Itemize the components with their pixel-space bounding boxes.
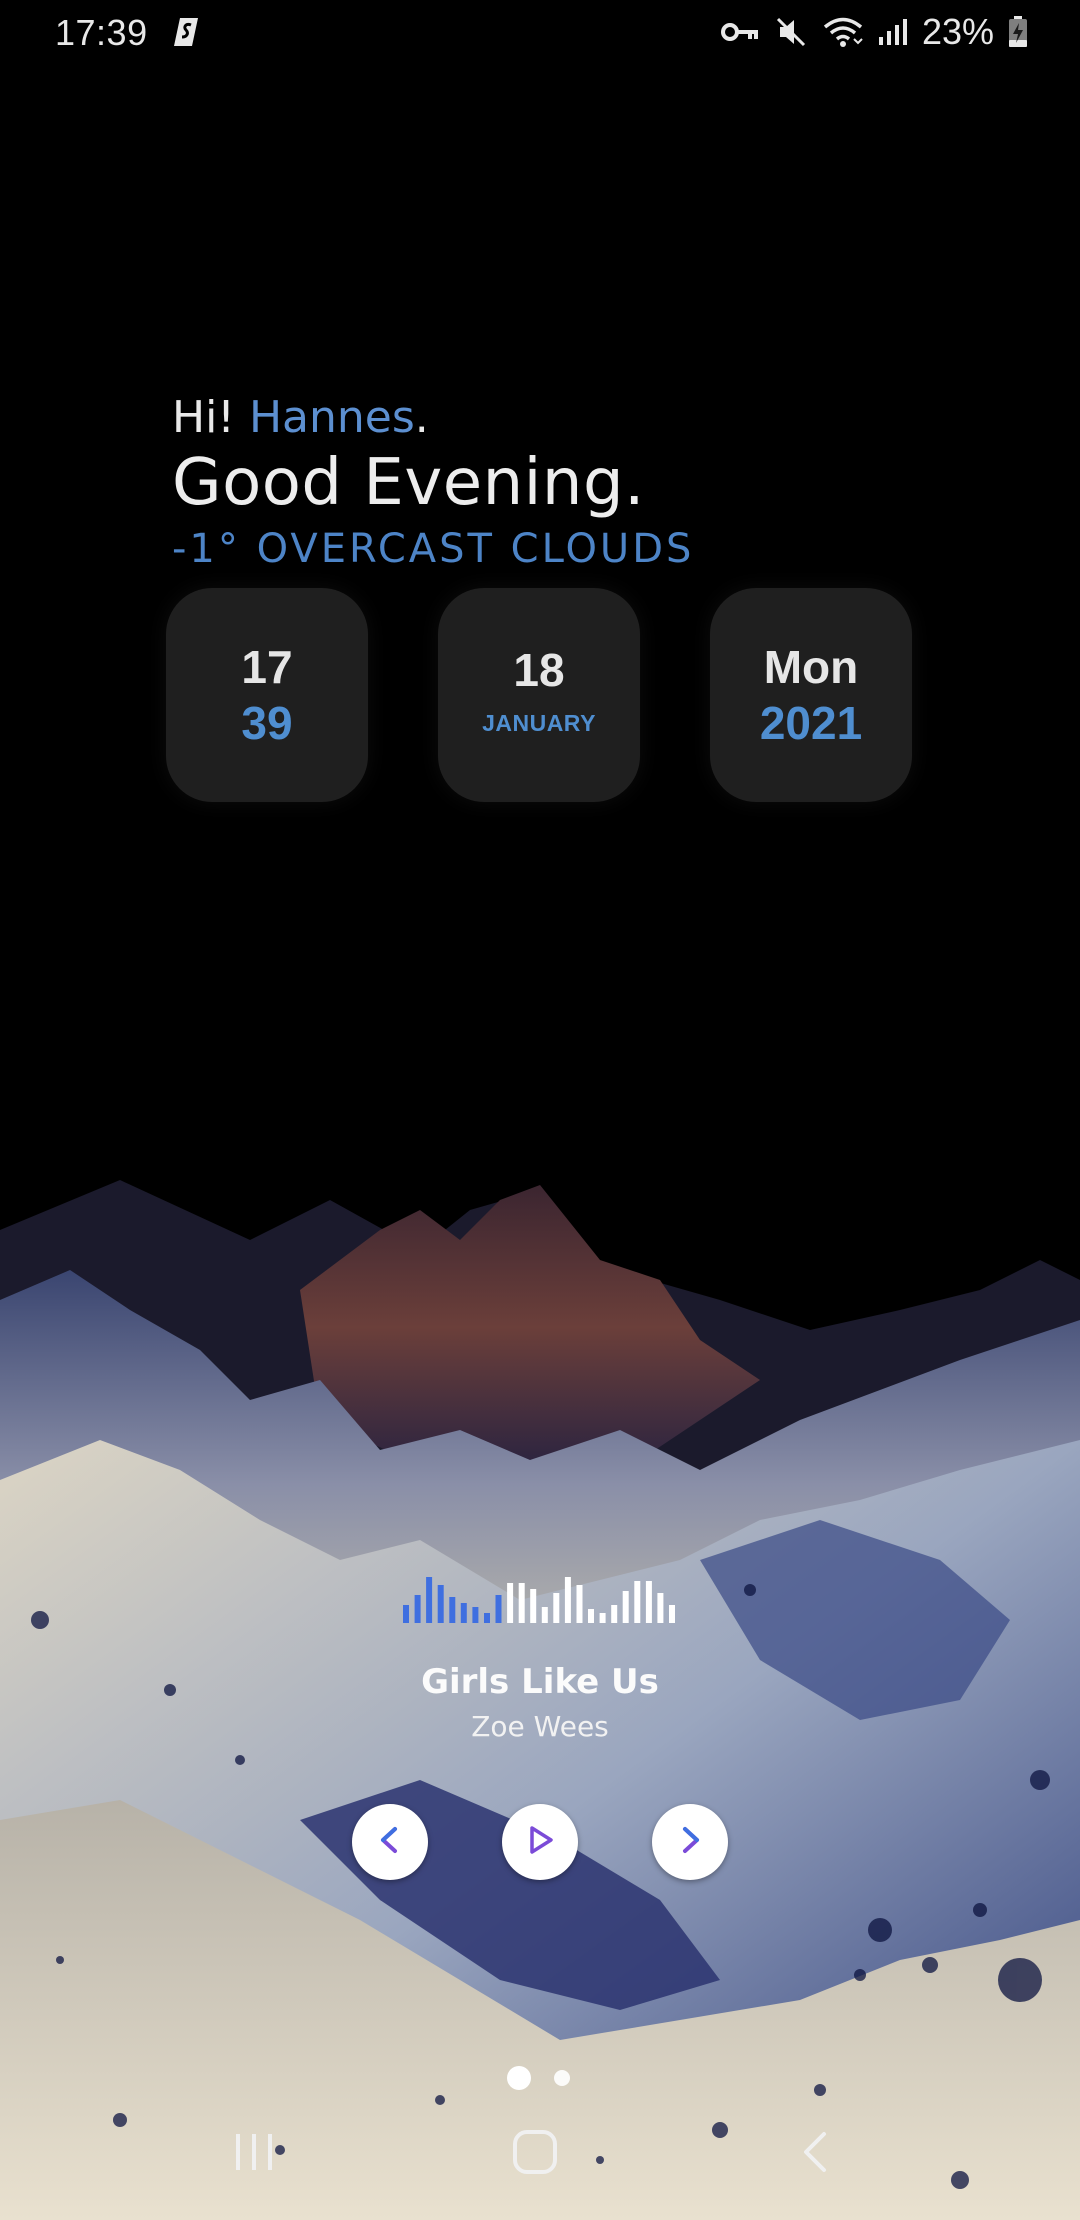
battery-charging-icon (1008, 16, 1028, 48)
greeting-suffix: . (414, 392, 429, 443)
equalizer-bar (507, 1583, 514, 1623)
weather-text: -1° OVERCAST CLOUDS (172, 526, 695, 572)
back-button[interactable] (775, 2124, 855, 2184)
equalizer-bar (460, 1603, 467, 1623)
weekday-card: Mon 2021 (710, 588, 912, 802)
equalizer-bar (599, 1613, 606, 1623)
equalizer-bar (611, 1605, 618, 1623)
vpn-key-icon (720, 20, 760, 44)
play-icon (523, 1823, 557, 1862)
next-icon (675, 1825, 705, 1860)
equalizer-bar (564, 1577, 571, 1623)
equalizer-bar (541, 1607, 548, 1623)
equalizer-bar (518, 1583, 525, 1623)
equalizer-bar (449, 1597, 456, 1623)
back-icon (800, 2130, 830, 2179)
equalizer-bar (495, 1595, 502, 1623)
time-card: 17 39 (166, 588, 368, 802)
weekday: Mon (763, 641, 859, 693)
wallpaper-mountains (0, 0, 1080, 2220)
recents-button[interactable] (214, 2124, 294, 2184)
status-time: 17:39 (55, 12, 148, 53)
equalizer-bar (530, 1589, 537, 1623)
equalizer-bar (645, 1581, 652, 1623)
equalizer-bar (553, 1593, 560, 1623)
previous-icon (375, 1825, 405, 1860)
page-dot-active[interactable] (507, 2066, 531, 2090)
time-minutes: 39 (241, 697, 293, 749)
greeting-name: Hannes (248, 392, 415, 443)
date-card: 18 JANUARY (438, 588, 640, 802)
equalizer-bar (426, 1577, 433, 1623)
equalizer-progress[interactable] (403, 1575, 675, 1623)
signal-icon (878, 17, 908, 47)
track-title: Girls Like Us (421, 1662, 659, 1702)
page-dot[interactable] (554, 2070, 570, 2086)
equalizer-bar (472, 1607, 479, 1623)
wifi-icon (822, 15, 864, 49)
app-s-icon (172, 16, 202, 48)
date-month: JANUARY (482, 710, 596, 736)
greeting-prefix: Hi! (172, 392, 249, 443)
equalizer-bar (484, 1613, 490, 1623)
equalizer-bar (657, 1593, 664, 1623)
equalizer-bar (403, 1605, 409, 1623)
previous-button[interactable] (352, 1804, 428, 1880)
status-icons: 23% (720, 11, 1028, 52)
equalizer-bar (414, 1595, 421, 1623)
time-hours: 17 (241, 641, 293, 693)
next-button[interactable] (652, 1804, 728, 1880)
status-bar: 17:39 23% (0, 0, 1080, 66)
equalizer-bar (576, 1585, 583, 1623)
equalizer-bar (437, 1585, 444, 1623)
recents-icon (232, 2132, 276, 2177)
home-icon (511, 2128, 559, 2181)
date-day: 18 (513, 644, 565, 696)
equalizer-bar (588, 1609, 594, 1623)
play-button[interactable] (502, 1804, 578, 1880)
track-artist: Zoe Wees (471, 1710, 609, 1743)
battery-percent: 23% (921, 11, 994, 52)
equalizer-bar (634, 1581, 641, 1623)
greeting-title: Good Evening. (172, 446, 645, 520)
equalizer-bar (669, 1605, 675, 1623)
home-button[interactable] (495, 2124, 575, 2184)
mute-icon (774, 15, 808, 49)
year: 2021 (759, 697, 863, 749)
greeting-hi: Hi! Hannes. (172, 392, 429, 443)
equalizer-bar (622, 1591, 629, 1623)
